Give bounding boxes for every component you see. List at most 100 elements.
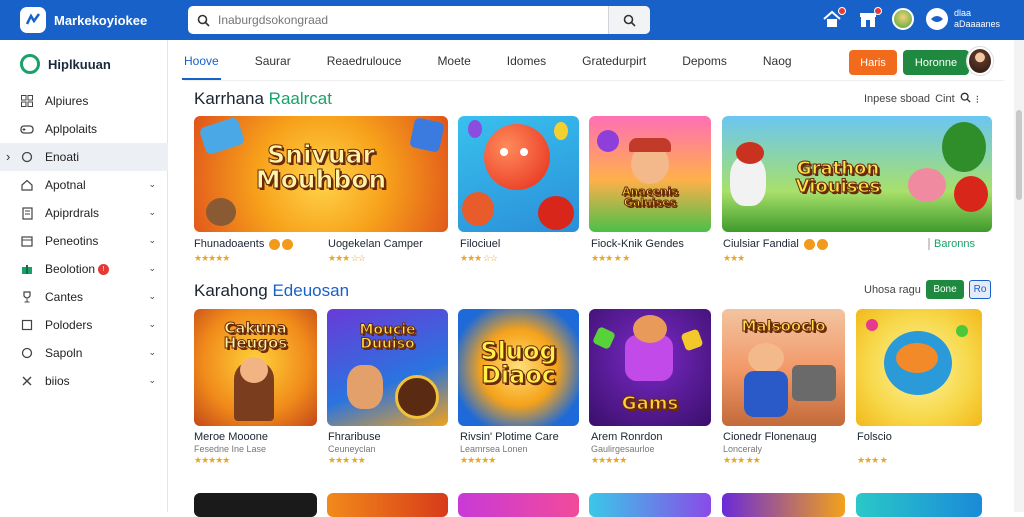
chevron-down-icon: ⌄ bbox=[148, 291, 156, 301]
search-icon[interactable] bbox=[960, 92, 971, 106]
game-thumbnail[interactable] bbox=[458, 116, 579, 232]
decoration bbox=[866, 319, 878, 331]
game-rating: ★★★★★ bbox=[194, 253, 230, 264]
game-title-text: Fhunadoaents bbox=[194, 238, 265, 250]
search-button[interactable] bbox=[608, 6, 650, 34]
section-2-title-b: Edeuosan bbox=[272, 281, 350, 300]
game-title[interactable]: Folscio bbox=[857, 431, 892, 443]
sidebar-title-text: Hiplkuuan bbox=[48, 56, 111, 72]
game-art-title: Sluog Diaoc bbox=[480, 337, 557, 389]
section-1-tools-label[interactable]: Inpese sboad bbox=[864, 93, 930, 105]
game-title[interactable]: Filociuel bbox=[460, 238, 500, 250]
user-avatar[interactable] bbox=[892, 8, 914, 30]
decoration bbox=[520, 148, 528, 156]
see-all-link[interactable]: Baronns bbox=[928, 238, 975, 250]
game-thumbnail[interactable]: Malsooclo bbox=[722, 309, 845, 426]
section-1-tools-extra[interactable]: Cint bbox=[935, 93, 955, 105]
notification-dot bbox=[838, 7, 846, 15]
account-logo-icon bbox=[926, 8, 948, 30]
scrollbar-thumb[interactable] bbox=[1016, 110, 1022, 200]
game-thumbnail[interactable]: Cakuna Heugos bbox=[194, 309, 317, 426]
game-rating: ★★★★★ bbox=[460, 455, 496, 466]
decoration bbox=[744, 371, 788, 417]
decoration bbox=[954, 176, 988, 212]
sidebar-item-0[interactable]: Alpiures bbox=[0, 87, 168, 115]
sidebar-item-label: Enoati bbox=[45, 150, 80, 164]
game-thumbnail[interactable] bbox=[722, 493, 845, 517]
search-input[interactable] bbox=[218, 6, 608, 34]
game-subtitle: Fesedne Ine Lase bbox=[194, 444, 267, 454]
game-title[interactable]: Uogekelan Camper bbox=[328, 238, 423, 250]
sidebar: Hiplkuuan Alpiures Aplpolaits › Enoati A… bbox=[0, 40, 168, 512]
tab-1[interactable]: Saurar bbox=[255, 42, 291, 80]
home-icon bbox=[20, 178, 34, 192]
game-title-text: Ciulsiar Fandial bbox=[723, 238, 799, 250]
sidebar-item-6[interactable]: Beolotion ! ⌄ bbox=[0, 255, 168, 283]
sidebar-item-10[interactable]: biios ⌄ bbox=[0, 367, 168, 395]
chevron-down-icon: ⌄ bbox=[148, 319, 156, 329]
tab-3[interactable]: Moete bbox=[437, 42, 470, 80]
gamepad-icon bbox=[20, 122, 34, 136]
more-icon[interactable]: ⁝ bbox=[976, 93, 980, 106]
sidebar-item-label: Cantes bbox=[45, 290, 84, 304]
brand[interactable]: Markekoyiokee bbox=[20, 7, 147, 33]
tab-4[interactable]: Idomes bbox=[507, 42, 546, 80]
gift-icon bbox=[20, 262, 34, 276]
game-thumbnail[interactable] bbox=[589, 493, 711, 517]
game-title[interactable]: Rivsin' Plotime Care bbox=[460, 431, 559, 443]
game-thumbnail[interactable] bbox=[458, 493, 579, 517]
section-2-tools-label[interactable]: Uhosa ragu bbox=[864, 284, 921, 296]
orange-button[interactable]: Haris bbox=[849, 50, 897, 75]
decoration bbox=[395, 375, 439, 419]
tab-6[interactable]: Depoms bbox=[682, 42, 727, 80]
sidebar-item-1[interactable]: Aplpolaits bbox=[0, 115, 168, 143]
notification-dot bbox=[874, 7, 882, 15]
blue-mini-button[interactable]: Ro bbox=[969, 280, 991, 299]
game-title[interactable]: Arem Ronrdon bbox=[591, 431, 663, 443]
tab-5[interactable]: Gratedurpirt bbox=[582, 42, 646, 80]
sidebar-item-9[interactable]: Sapoln ⌄ bbox=[0, 339, 168, 367]
game-thumbnail[interactable]: Grathon Viouises bbox=[722, 116, 992, 232]
sidebar-item-label: Poloders bbox=[45, 318, 93, 332]
sidebar-item-2[interactable]: › Enoati bbox=[0, 143, 168, 171]
sidebar-title[interactable]: Hiplkuuan bbox=[20, 54, 111, 74]
game-thumbnail[interactable]: Moucie Duuiso bbox=[327, 309, 448, 426]
sidebar-item-7[interactable]: Cantes ⌄ bbox=[0, 283, 168, 311]
app-name: Markekoyiokee bbox=[54, 12, 148, 28]
section-2-title-a: Karahong bbox=[194, 281, 268, 300]
account-menu[interactable]: dlaa aDaaaanes bbox=[926, 8, 1000, 30]
tag-icon bbox=[282, 238, 294, 250]
game-thumbnail[interactable]: Anacenis Galuises bbox=[589, 116, 711, 232]
section-1-title-a: Karrhana bbox=[194, 89, 264, 108]
tab-0[interactable]: Hoove bbox=[182, 42, 221, 80]
decoration bbox=[206, 198, 236, 226]
rating-stars: ★★★★★ bbox=[460, 455, 496, 465]
sidebar-item-8[interactable]: Poloders ⌄ bbox=[0, 311, 168, 339]
tab-2[interactable]: Reaedrulouce bbox=[327, 42, 402, 80]
profile-avatar[interactable] bbox=[967, 47, 993, 75]
game-thumbnail[interactable]: Gams bbox=[589, 309, 711, 426]
green-mini-button[interactable]: Bone bbox=[926, 280, 964, 299]
decoration bbox=[942, 122, 986, 172]
game-title[interactable]: Fiock-Knik Gendes bbox=[591, 238, 684, 250]
game-thumbnail[interactable]: Snivuar Mouhbon bbox=[194, 116, 448, 232]
home-icon[interactable] bbox=[820, 7, 846, 31]
game-title[interactable]: Ciulsiar Fandial bbox=[723, 238, 828, 250]
game-title[interactable]: Meroe Mooone bbox=[194, 431, 268, 443]
game-thumbnail[interactable] bbox=[327, 493, 448, 517]
game-title[interactable]: Fhraribuse bbox=[328, 431, 381, 443]
game-title[interactable]: Fhunadoaents bbox=[194, 238, 294, 250]
sidebar-item-4[interactable]: Apiprdrals ⌄ bbox=[0, 199, 168, 227]
game-thumbnail[interactable] bbox=[856, 493, 982, 517]
game-thumbnail[interactable]: Sluog Diaoc bbox=[458, 309, 579, 426]
game-thumbnail[interactable] bbox=[856, 309, 982, 426]
game-title[interactable]: Cionedr Flonenaug bbox=[723, 431, 817, 443]
sidebar-item-5[interactable]: Peneotins ⌄ bbox=[0, 227, 168, 255]
game-thumbnail[interactable] bbox=[194, 493, 317, 517]
tab-7[interactable]: Naog bbox=[763, 42, 792, 80]
chevron-down-icon: ⌄ bbox=[148, 375, 156, 385]
store-icon[interactable] bbox=[856, 7, 882, 31]
green-button[interactable]: Horonne bbox=[903, 50, 969, 75]
section-2-title: Karahong Edeuosan bbox=[194, 281, 349, 301]
sidebar-item-3[interactable]: Apotnal ⌄ bbox=[0, 171, 168, 199]
